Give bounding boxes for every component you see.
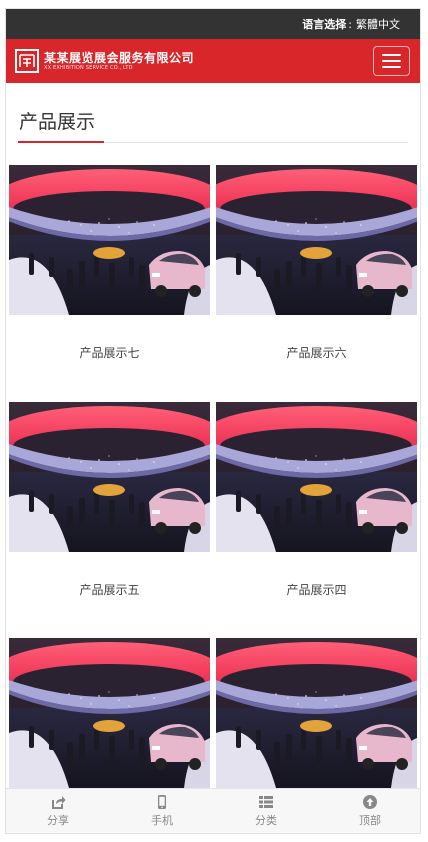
page-title: 产品展示 [19, 111, 96, 133]
product-image[interactable] [9, 638, 210, 788]
bottom-toolbar: 分享 手机 分类 顶部 [6, 788, 420, 833]
product-caption[interactable]: 产品展示六 [216, 345, 417, 361]
product-caption[interactable]: 产品展示四 [216, 582, 417, 598]
logo-name-english: XX EXHIBITION SERVICE CO., LTD [44, 64, 133, 71]
share-icon [52, 796, 66, 809]
product-caption[interactable]: 产品展示七 [9, 345, 210, 361]
language-label: 语言选择 [302, 18, 347, 31]
language-bar: 语言选择 : 繁體中文 [6, 9, 420, 39]
language-option-traditional-chinese[interactable]: 繁體中文 [356, 16, 400, 32]
company-logo[interactable]: 某某展览展会服务有限公司 XX EXHIBITION SERVICE CO., … [15, 49, 194, 73]
product-image[interactable] [9, 165, 210, 315]
nav-mobile-label: 手机 [151, 814, 173, 827]
title-underline [18, 141, 104, 143]
phone-frame: 语言选择 : 繁體中文 某某展览展会服务有限公司 XX EXHIBITION S… [5, 8, 421, 834]
nav-category-label: 分类 [255, 814, 277, 827]
product-caption[interactable]: 产品展示五 [9, 582, 210, 598]
section-heading: 产品展示 [18, 109, 408, 143]
site-header: 某某展览展会服务有限公司 XX EXHIBITION SERVICE CO., … [6, 39, 420, 83]
nav-share[interactable]: 分享 [6, 789, 110, 833]
nav-mobile[interactable]: 手机 [110, 789, 214, 833]
logo-mark-icon [15, 49, 39, 73]
mobile-phone-icon [158, 795, 166, 809]
logo-name-chinese: 某某展览展会服务有限公司 [44, 50, 195, 65]
hamburger-menu-icon[interactable] [373, 46, 410, 76]
product-card[interactable]: 产品展示五 [9, 402, 210, 598]
nav-share-label: 分享 [47, 814, 69, 827]
nav-top-label: 顶部 [359, 814, 381, 827]
arrow-up-circle-icon [363, 795, 377, 809]
product-card[interactable]: 产品展示七 [9, 165, 210, 361]
product-card[interactable]: 产品展示六 [216, 165, 417, 361]
product-image[interactable] [216, 165, 417, 315]
product-image[interactable] [216, 402, 417, 552]
product-image[interactable] [9, 402, 210, 552]
language-separator: : [348, 17, 352, 31]
product-card[interactable]: 产品展示四 [216, 402, 417, 598]
nav-category[interactable]: 分类 [214, 789, 318, 833]
nav-top[interactable]: 顶部 [318, 789, 420, 833]
product-image[interactable] [216, 638, 417, 788]
category-list-icon [259, 796, 273, 808]
